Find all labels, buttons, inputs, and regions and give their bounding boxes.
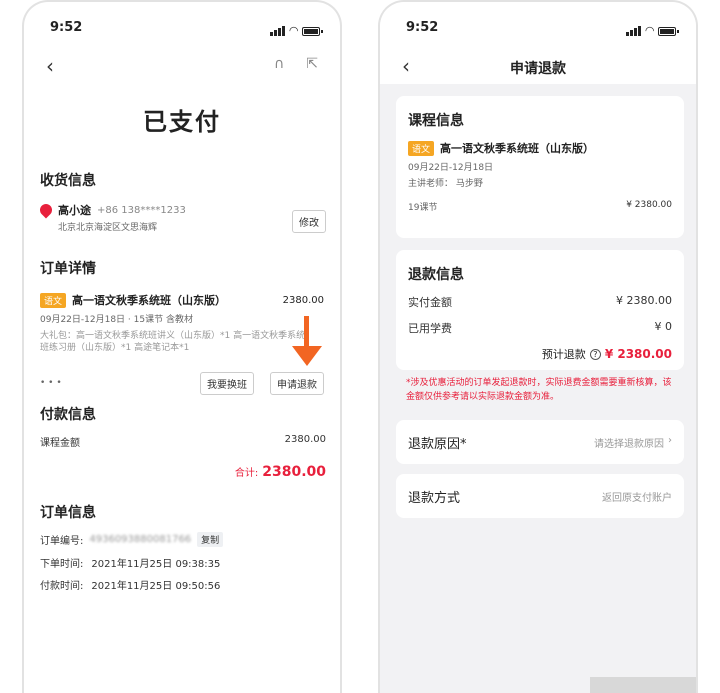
refund-screen: 9:52 ◠ ‹ 申请退款 课程信息 语文 高一语文秋季系统班（山东版） 09月… [378,0,698,693]
order-detail-section-title: 订单详情 [40,261,96,277]
back-icon[interactable]: ‹ [46,54,54,78]
wifi-icon: ◠ [289,24,298,37]
status-time: 9:52 [406,20,439,35]
estimated-refund-value: ¥ 2380.00 [604,347,672,361]
order-no-label: 订单编号: [40,536,84,547]
teacher-text: 主讲老师： 马步野 [408,179,483,189]
apply-refund-button[interactable]: 申请退款 [270,372,324,395]
page-title: 申请退款 [510,61,566,77]
share-icon[interactable]: ⇱ [306,56,318,72]
order-detail-screen: 9:52 ◠ ‹ ∩ ⇱ 已支付 收货信息 高小途 +86 138****123… [22,0,342,693]
course-price: 2380.00 [282,294,324,306]
gift-pack-text: 大礼包：高一语文秋季系统班讲义（山东版）*1 高一语文秋季系统班练习册（山东版）… [40,331,306,353]
course-info-card: 课程信息 语文 高一语文秋季系统班（山东版） 09月22日-12月18日 主讲老… [396,96,684,238]
subject-tag: 语文 [40,292,67,308]
course-amount-value: 2380.00 [284,434,326,445]
paid-value: ¥ 2380.00 [616,294,672,307]
course-price: ¥ 2380.00 [626,200,672,210]
order-no-value: 4936093880081766 [89,534,192,545]
help-icon[interactable]: ? [589,348,601,360]
payment-section-title: 付款信息 [40,407,96,423]
customer-service-icon[interactable]: ∩ [274,56,284,72]
recipient-phone: +86 138****1233 [97,204,186,216]
copy-button[interactable]: 复制 [197,532,224,547]
used-fee-label: 已用学费 [408,322,452,335]
order-time-label: 下单时间: [40,559,84,570]
course-amount-label: 课程金额 [40,438,80,449]
refund-reason-placeholder: 请选择退款原因 [594,439,664,450]
recipient-name: 高小途 [58,204,91,217]
status-bar: 9:52 ◠ [380,18,696,38]
status-bar: 9:52 ◠ [24,18,340,38]
refund-reason-label: 退款原因* [408,437,467,452]
used-fee-value: ¥ 0 [654,320,673,333]
submit-button[interactable] [590,677,696,693]
location-pin-icon [37,201,55,219]
order-time-value: 2021年11月25日 09:38:35 [91,559,221,570]
refund-method-row: 退款方式 返回原支付账户 [396,474,684,518]
wifi-icon: ◠ [645,24,654,37]
battery-icon [302,27,323,36]
course-info-title: 课程信息 [408,113,464,129]
total-value: 2380.00 [262,464,326,480]
refund-info-title: 退款信息 [408,267,464,283]
status-time: 9:52 [50,20,83,35]
refund-method-value: 返回原支付账户 [602,493,672,504]
more-icon[interactable]: • • • [40,378,62,388]
address-text: 北京北京海淀区文思海辉 [58,223,158,233]
page-title: 已支付 [143,108,221,136]
refund-method-label: 退款方式 [408,491,461,506]
edit-address-button[interactable]: 修改 [292,210,326,233]
course-meta: 09月22日-12月18日 · 15课节 含教材 [40,315,193,325]
signal-icon [625,21,642,36]
order-info-section-title: 订单信息 [40,505,96,521]
course-name: 高一语文秋季系统班（山东版） [440,142,595,155]
pay-time-value: 2021年11月25日 09:50:56 [91,581,221,592]
paid-label: 实付金额 [408,296,452,309]
subject-tag: 语文 [408,140,435,156]
refund-notice: *涉及优惠活动的订单发起退款时，实际退费金额需要重新核算，该金额仅供参考请以实际… [406,378,672,402]
signal-icon [269,21,286,36]
change-class-button[interactable]: 我要换班 [200,372,254,395]
course-name: 高一语文秋季系统班（山东版） [72,294,227,307]
course-dates: 09月22日-12月18日 [408,163,494,173]
chevron-right-icon: › [668,435,672,446]
total-label: 合计: [234,468,259,479]
pay-time-label: 付款时间: [40,581,84,592]
refund-info-card: 退款信息 实付金额 ¥ 2380.00 已用学费 ¥ 0 预计退款 ? ¥ 23… [396,250,684,370]
arrow-down-icon [292,316,322,368]
shipping-section-title: 收货信息 [40,173,96,189]
refund-reason-row[interactable]: 退款原因* 请选择退款原因 › [396,420,684,464]
estimated-refund-label: 预计退款 [541,348,586,361]
lesson-count: 19课节 [408,203,438,213]
battery-icon [658,27,679,36]
